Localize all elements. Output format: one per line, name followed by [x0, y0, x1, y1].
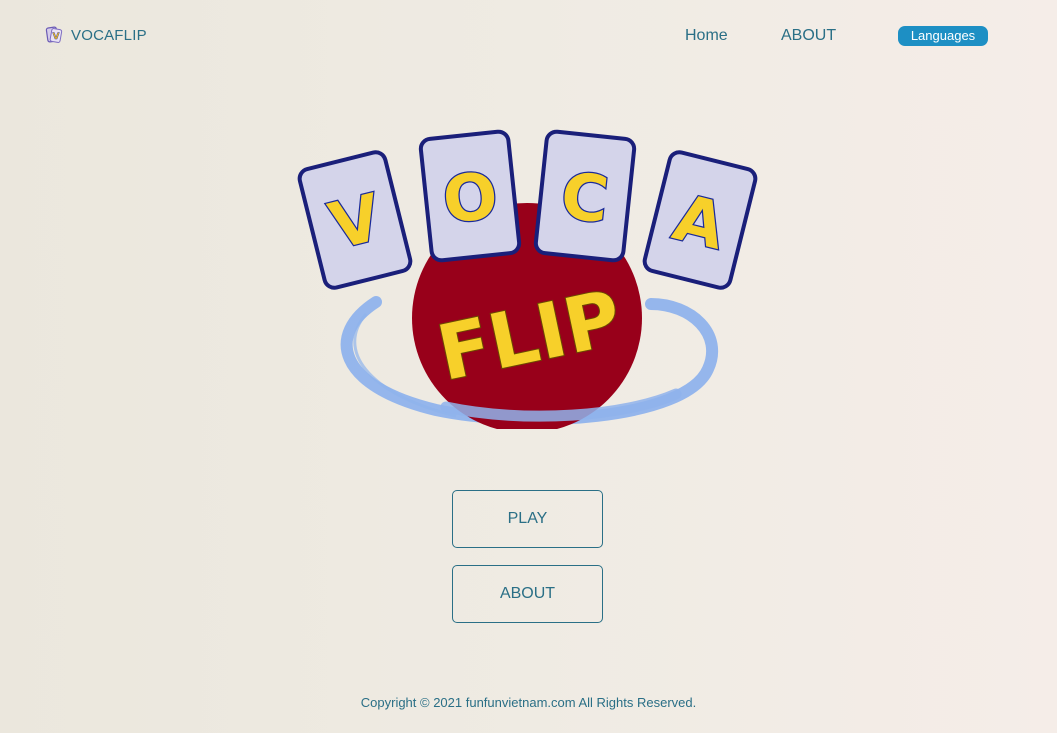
svg-text:V: V [53, 32, 60, 42]
brand-name: VOCAFLIP [71, 26, 147, 44]
logo-card-letter: C [557, 160, 611, 239]
nav-about-link[interactable]: ABOUT [781, 27, 836, 45]
languages-button[interactable]: Languages [898, 26, 988, 46]
logo-card-v: V [297, 150, 413, 290]
vocaflip-logo: FLIP VOCA [296, 124, 761, 433]
vocaflip-logo-graphic: FLIP VOCA [297, 129, 758, 433]
logo-card-letter: O [439, 159, 501, 238]
card-logo-icon: V [45, 26, 63, 43]
play-button[interactable]: PLAY [452, 490, 603, 548]
footer-copyright: Copyright © 2021 funfunvietnam.com All R… [360, 695, 697, 710]
nav-home-link[interactable]: Home [685, 27, 728, 45]
logo-card-o: O [418, 129, 522, 263]
brand-link[interactable]: V VOCAFLIP [45, 26, 147, 44]
about-button[interactable]: ABOUT [452, 565, 603, 623]
top-navbar: V VOCAFLIP Home ABOUT Languages [0, 0, 1057, 72]
logo-card-c: C [533, 129, 637, 263]
logo-card-a: A [642, 150, 758, 290]
